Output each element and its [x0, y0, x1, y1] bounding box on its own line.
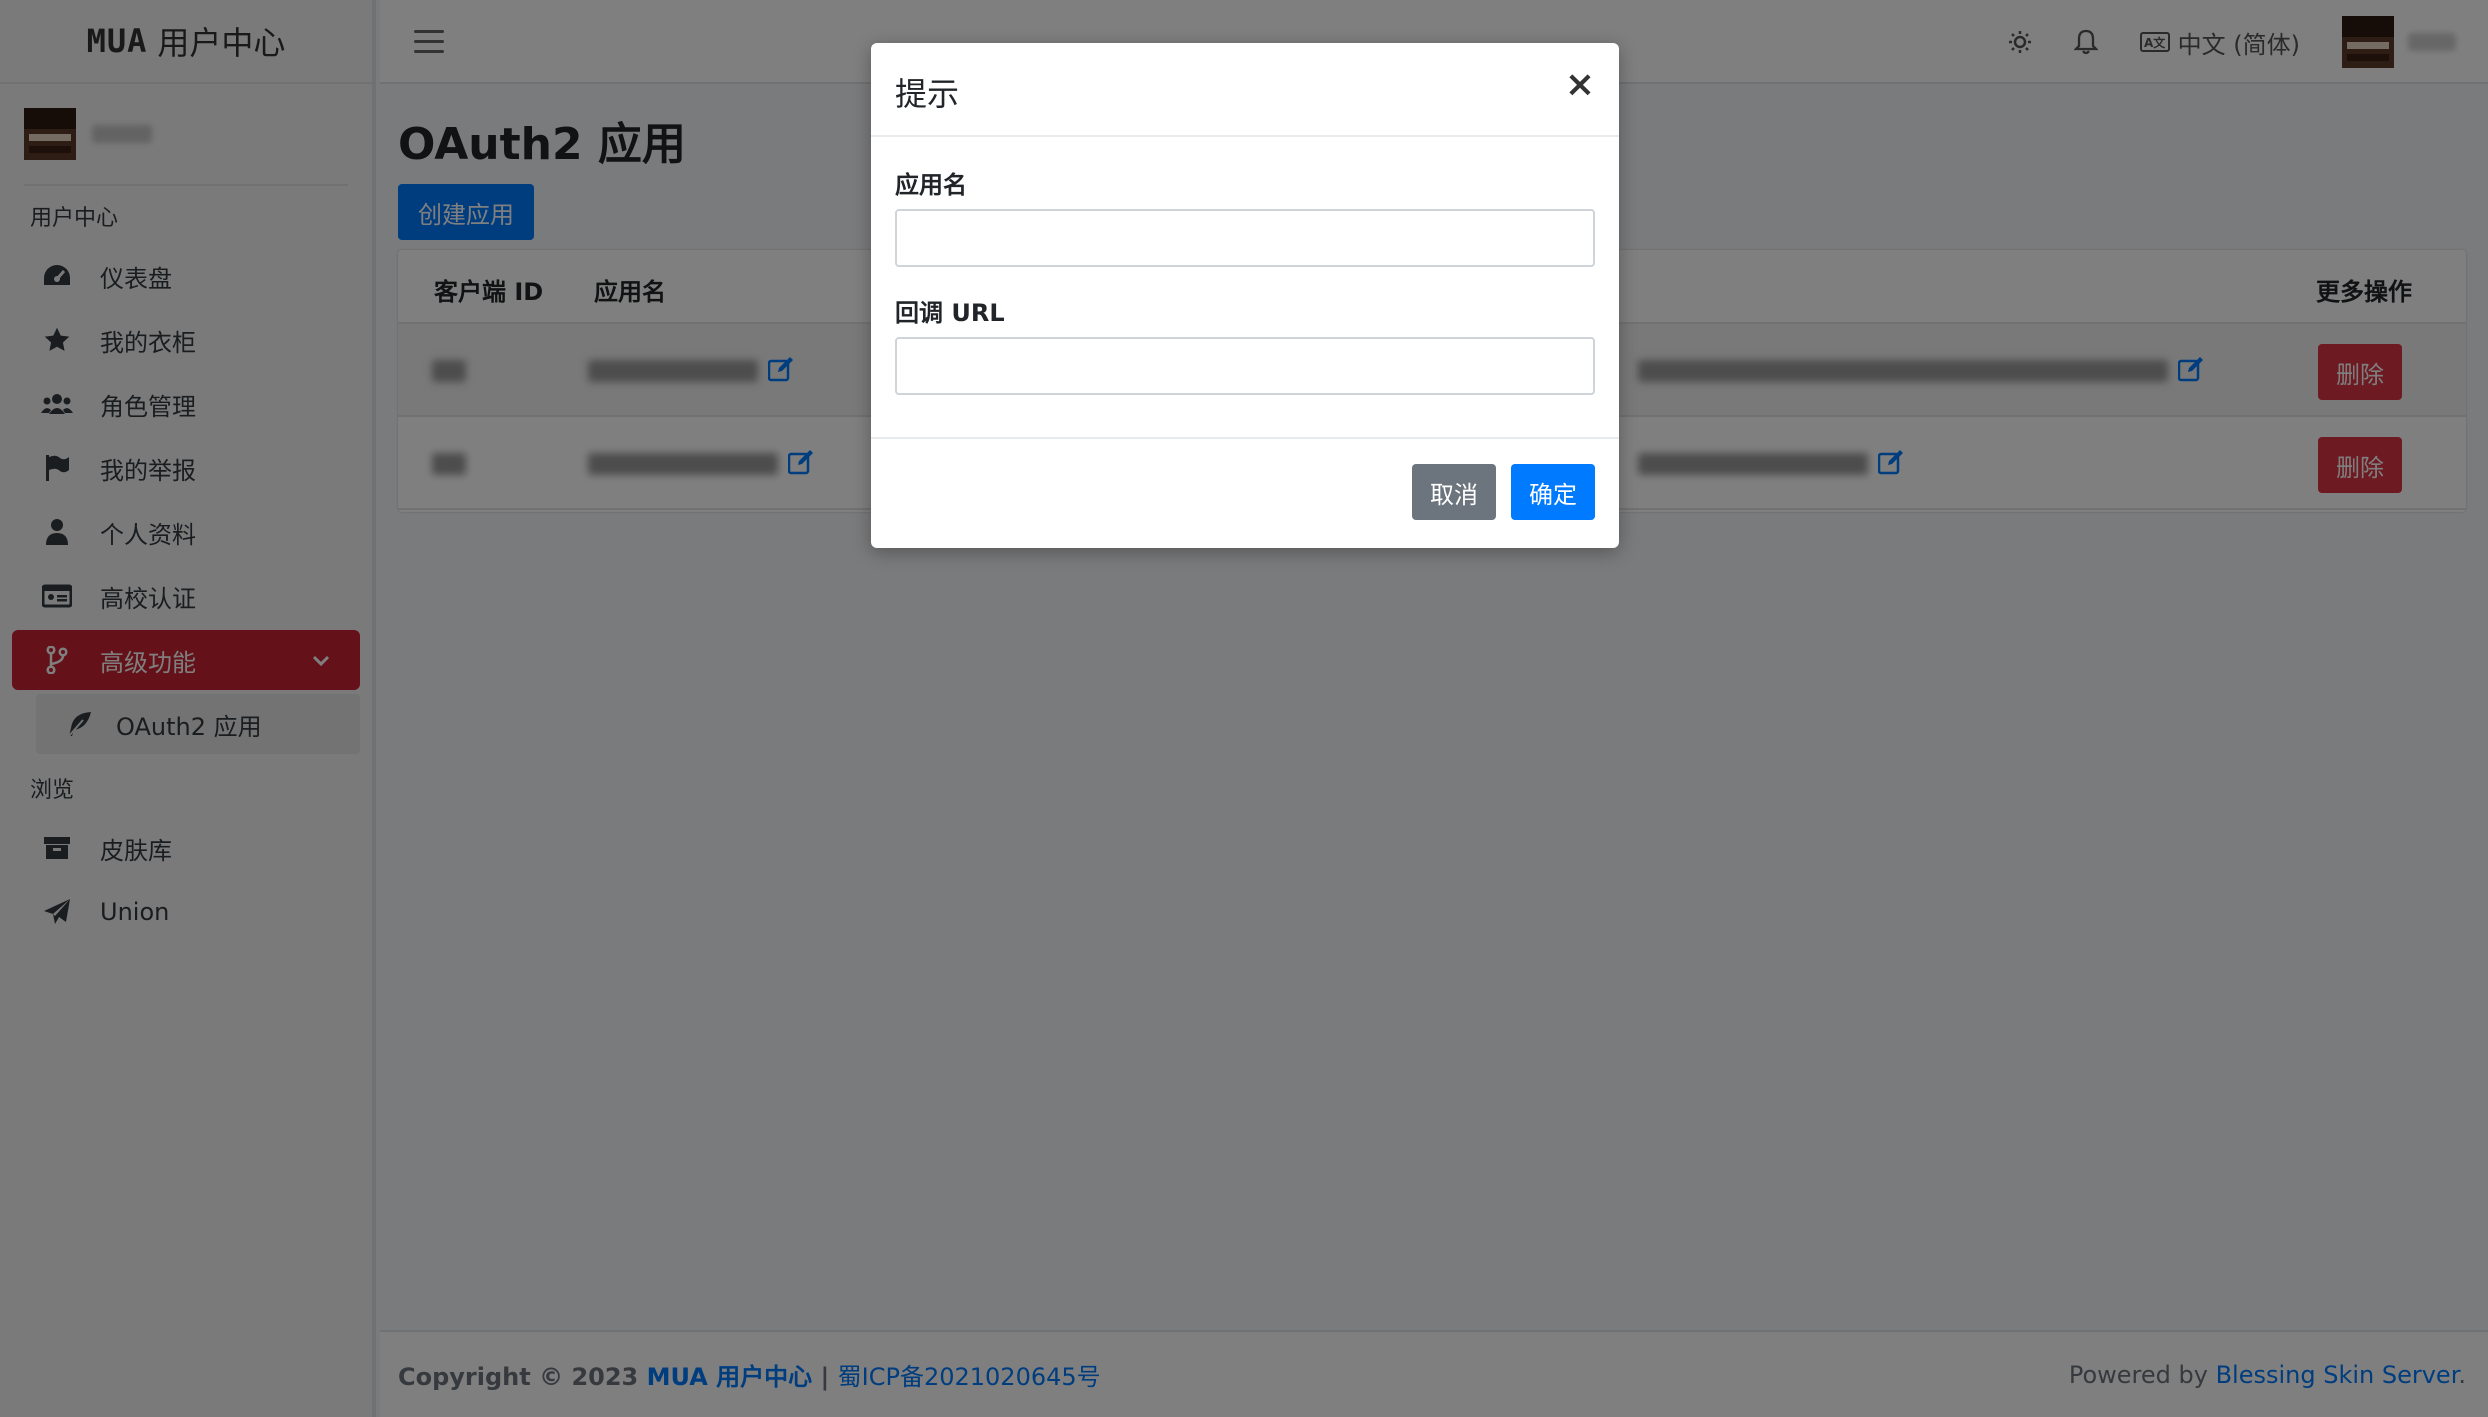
- modal-body: 应用名 回调 URL: [871, 137, 1619, 439]
- app-name-label: 应用名: [895, 171, 967, 199]
- app-name-input[interactable]: [895, 209, 1595, 267]
- modal-title: 提示: [895, 75, 960, 113]
- cancel-button[interactable]: 取消: [1412, 464, 1496, 520]
- confirm-button[interactable]: 确定: [1511, 464, 1595, 520]
- modal-header: 提示 ×: [871, 43, 1619, 137]
- modal-footer: 取消 确定: [871, 439, 1619, 546]
- create-app-modal: 提示 × 应用名 回调 URL 取消 确定: [871, 43, 1619, 548]
- close-icon[interactable]: ×: [1565, 67, 1595, 103]
- callback-url-label: 回调 URL: [895, 299, 1005, 327]
- callback-url-input[interactable]: [895, 337, 1595, 395]
